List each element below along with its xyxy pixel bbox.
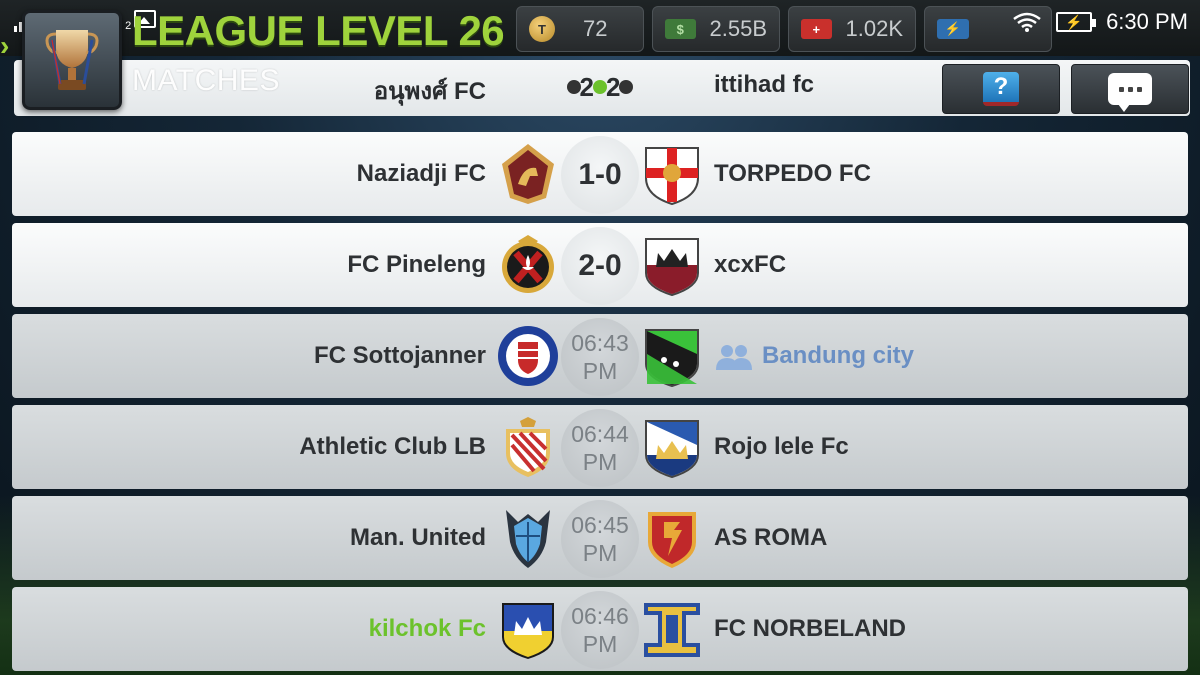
pineleng-crest-icon — [502, 235, 554, 293]
xcxfc-crest-icon — [645, 238, 699, 297]
rojo-lele-crest-icon — [645, 420, 699, 479]
match-score-badge: 1-0 — [561, 136, 639, 214]
away-team-name: Rojo lele Fc — [714, 433, 849, 460]
as-roma-crest-icon — [648, 512, 696, 568]
home-team-name[interactable]: Man. United — [350, 496, 486, 580]
match-time-badge: 06:46 PM — [561, 591, 639, 669]
match-ampm: PM — [582, 631, 618, 657]
match-row[interactable]: FC Pineleng 2-0 xcxFC — [12, 223, 1188, 307]
away-team[interactable]: AS ROMA — [714, 496, 827, 580]
away-team[interactable]: Rojo lele Fc — [714, 405, 849, 489]
score-away-digit: 2 — [606, 71, 621, 102]
score-home-digit: 2 — [579, 71, 594, 102]
away-team-name: AS ROMA — [714, 524, 828, 551]
medical-icon: + — [801, 19, 832, 39]
match-row[interactable]: Athletic Club LB 06:44 PM Rojo lele Fc — [12, 405, 1188, 489]
naziadji-crest-icon — [502, 144, 554, 204]
tokens-value: 72 — [583, 16, 608, 41]
status-bar-right: ⚡ 6:30 PM — [1012, 6, 1188, 38]
away-team[interactable]: xcxFC — [714, 223, 786, 307]
match-row[interactable]: Man. United 06:45 PM AS ROMA — [12, 496, 1188, 580]
away-team-name: xcxFC — [714, 251, 787, 278]
match-time-badge: 06:45 PM — [561, 500, 639, 578]
norbeland-crest-icon — [644, 603, 700, 657]
home-team-name[interactable]: Athletic Club LB — [299, 405, 486, 489]
cash-value: 2.55B — [709, 16, 768, 41]
chat-button[interactable] — [1071, 64, 1189, 114]
away-team[interactable]: Bandung city — [714, 314, 914, 398]
score-ball-icon — [593, 80, 607, 94]
athletic-club-crest-icon — [506, 417, 550, 477]
match-time: 06:46 — [571, 603, 629, 629]
current-away-team[interactable]: ittihad fc — [714, 71, 814, 99]
score-dot-icon — [619, 80, 634, 94]
away-team-name: FC NORBELAND — [714, 615, 906, 642]
man-united-crest-icon — [506, 510, 550, 568]
kilchok-crest-icon — [502, 603, 554, 659]
wifi-icon — [1013, 12, 1041, 32]
sim-2-label: 2 — [125, 20, 132, 32]
battery-charging-icon: ⚡ — [1056, 12, 1097, 32]
token-coin-icon: T — [529, 16, 555, 42]
match-list: Naziadji FC 1-0 TORPEDO FC FC Pineleng 2… — [12, 132, 1188, 675]
current-home-team[interactable]: อนุพงศ์ FC — [374, 71, 486, 110]
match-time: 06:43 — [571, 330, 629, 356]
clock: 6:30 PM — [1106, 9, 1188, 34]
home-team-name[interactable]: kilchok Fc — [369, 587, 486, 671]
cash-icon: $ — [665, 19, 696, 39]
match-row[interactable]: FC Sottojanner 06:43 PM Bandung city — [12, 314, 1188, 398]
help-button[interactable]: ? — [942, 64, 1060, 114]
current-match-score: 2 2 — [560, 70, 640, 104]
match-row[interactable]: Naziadji FC 1-0 TORPEDO FC — [12, 132, 1188, 216]
energy-icon: ⚡ — [937, 19, 969, 39]
score-dot-icon — [566, 80, 581, 94]
friend-users-icon — [716, 345, 752, 370]
away-team[interactable]: TORPEDO FC — [714, 132, 871, 216]
match-ampm: PM — [582, 449, 618, 475]
page-subtitle: MATCHES — [132, 64, 280, 97]
match-result: 1-0 — [578, 158, 622, 191]
away-team[interactable]: FC NORBELAND — [714, 587, 906, 671]
resource-tokens[interactable]: T 72 — [516, 6, 644, 52]
league-trophy-button[interactable] — [22, 10, 122, 110]
sottojanner-crest-icon — [498, 326, 558, 386]
home-team-name[interactable]: FC Pineleng — [347, 223, 486, 307]
bandung-crest-icon — [645, 329, 699, 388]
match-result: 2-0 — [578, 249, 622, 282]
match-time: 06:45 — [571, 512, 629, 538]
trophy-icon — [45, 30, 99, 90]
resource-cash[interactable]: $ 2.55B — [652, 6, 780, 52]
match-time-badge: 06:43 PM — [561, 318, 639, 396]
resource-medical[interactable]: + 1.02K — [788, 6, 916, 52]
away-team-name: Bandung city — [762, 342, 915, 369]
match-ampm: PM — [582, 358, 618, 384]
chat-bubble-icon — [1108, 73, 1152, 112]
match-ampm: PM — [582, 540, 618, 566]
top-bar: 1 2 LEAGUE LEVEL 26 T 72 $ 2.55B + 1.02K… — [0, 0, 1200, 56]
home-team-name[interactable]: Naziadji FC — [357, 132, 486, 216]
home-team-name[interactable]: FC Sottojanner — [314, 314, 486, 398]
torpedo-crest-icon — [645, 147, 699, 206]
match-score-badge: 2-0 — [561, 227, 639, 305]
match-row[interactable]: kilchok Fc 06:46 PM FC NORBELAND — [12, 587, 1188, 671]
medical-value: 1.02K — [845, 16, 904, 41]
match-time: 06:44 — [571, 421, 629, 447]
match-time-badge: 06:44 PM — [561, 409, 639, 487]
league-title: LEAGUE LEVEL 26 — [132, 7, 505, 54]
help-book-icon: ? — [983, 72, 1019, 106]
away-team-name: TORPEDO FC — [714, 160, 871, 187]
